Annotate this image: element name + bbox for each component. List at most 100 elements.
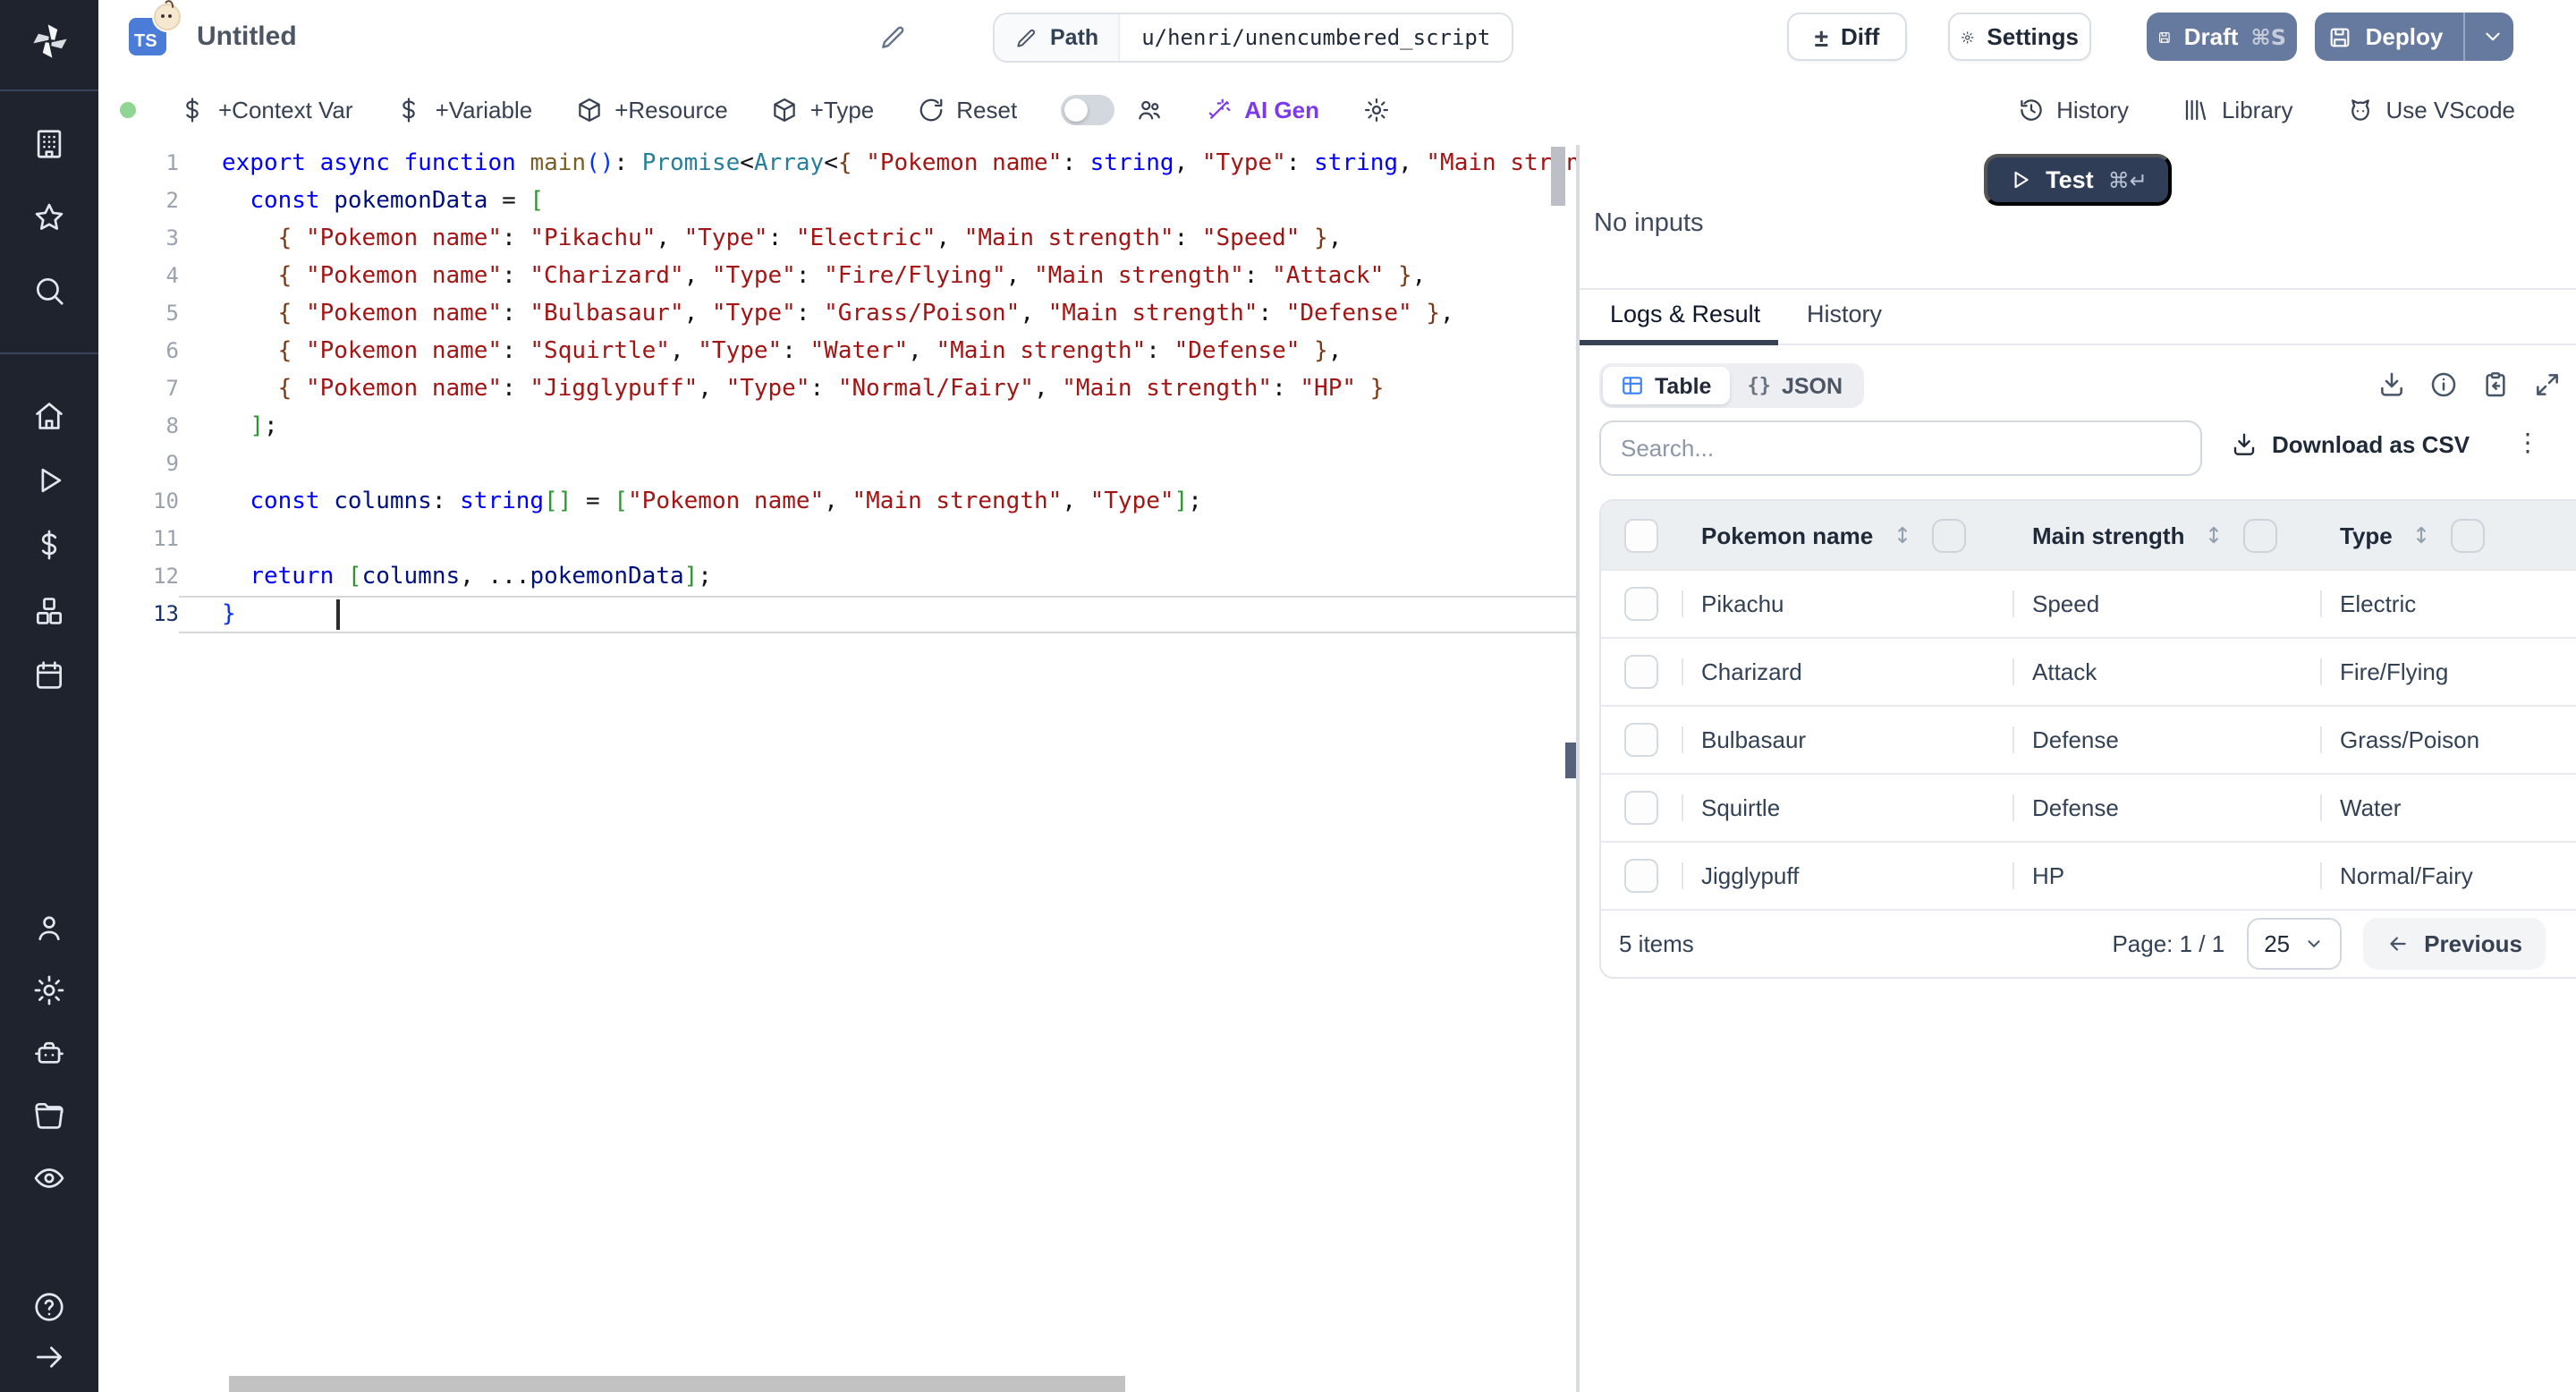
code-line: 6 { "Pokemon name": "Squirtle", "Type": … [98,333,1576,370]
sidebar-item-boxes-icon[interactable] [0,578,98,643]
draft-shortcut: ⌘S [2250,24,2286,49]
table-row: Squirtle Defense Water [1601,773,2576,841]
page-size-select[interactable]: 25 [2246,918,2343,970]
sidebar-item-help-icon[interactable] [0,1281,98,1331]
table-menu-kebab-icon[interactable]: ⋮ [2515,428,2540,463]
table-row: Bulbasaur Defense Grass/Poison [1601,705,2576,773]
test-button[interactable]: Test ⌘↵ [1984,154,2172,206]
app-sidebar [0,0,98,1392]
ai-gen-button[interactable]: AI Gen [1205,96,1319,123]
dollar-icon [186,97,199,122]
save-icon [2331,27,2351,47]
previous-page-button[interactable]: Previous [2363,918,2546,970]
view-json-button[interactable]: {} JSON [1729,367,1860,404]
sidebar-item-eye-icon[interactable] [0,1147,98,1210]
row-checkbox[interactable] [1624,723,1658,757]
table-footer: 5 items Page: 1 / 1 25 Previous [1601,909,2576,977]
table-cell: Attack [2012,658,2320,685]
path-value: u/henri/unencumbered_script [1141,25,1491,50]
line-number: 6 [165,338,179,363]
row-checkbox[interactable] [1624,859,1658,893]
select-all-checkbox[interactable] [1624,518,1658,552]
reset-button[interactable]: Reset [917,96,1017,123]
script-path-field[interactable]: Path u/henri/unencumbered_script [993,13,1514,63]
table-cell: Water [2320,794,2576,821]
sidebar-item-folder-icon[interactable] [0,1084,98,1147]
deploy-button[interactable]: Deploy [2315,13,2513,61]
collaborators-icon[interactable] [1135,96,1162,123]
download-icon[interactable] [2377,370,2406,399]
code-editor[interactable]: 1 export async function main(): Promise<A… [98,145,1576,1392]
editor-horizontal-scrollbar[interactable] [229,1376,1125,1392]
play-icon [2013,171,2028,189]
sidebar-item-play-icon[interactable] [0,448,98,514]
history-button[interactable]: History [2017,96,2129,123]
copy-to-clipboard-icon[interactable] [2481,370,2510,399]
library-icon [2185,98,2207,120]
editor-settings-gear-icon[interactable] [1362,96,1389,123]
diff-button[interactable]: ± Diff [1787,13,1907,61]
code-line: 11 [98,521,1576,558]
table-cell: Squirtle [1682,794,2012,821]
row-checkbox[interactable] [1624,791,1658,825]
overview-ruler-marker [1565,743,1576,778]
table-header: Pokemon name Main strength Type [1601,501,2576,569]
sidebar-item-home-icon[interactable] [0,383,98,448]
line-number: 7 [165,376,179,401]
line-number: 11 [153,526,179,551]
test-shortcut: ⌘↵ [2107,167,2148,192]
info-icon[interactable] [2429,370,2458,399]
expand-icon[interactable] [2533,370,2562,399]
table-cell: Electric [2320,590,2576,617]
status-dot [120,101,136,117]
add-context-var-button[interactable]: +Context Var [179,96,353,123]
column-header: Type [2320,518,2576,552]
save-icon [2159,31,2170,42]
add-variable-button[interactable]: +Variable [396,96,532,123]
search-input[interactable] [1599,420,2202,476]
line-number: 13 [153,601,179,626]
view-table-button[interactable]: Table [1603,367,1730,404]
edit-summary-pencil-icon[interactable] [878,23,907,52]
library-button[interactable]: Library [2182,96,2292,123]
emoji-face-badge [154,4,181,30]
sidebar-item-arrow-right-icon[interactable] [0,1331,98,1381]
sidebar-item-calendar-icon[interactable] [0,643,98,709]
table-cell: Charizard [1682,658,2012,685]
package-icon [578,98,599,121]
use-vscode-button[interactable]: Use VScode [2346,96,2515,123]
download-icon [2233,433,2255,455]
column-header: Pokemon name [1682,518,2012,552]
sort-icon[interactable] [2202,522,2225,547]
table-cell: Bulbasaur [1682,726,2012,753]
sidebar-item-building-icon[interactable] [0,107,98,181]
sort-icon[interactable] [2411,522,2434,547]
line-number: 8 [165,413,179,438]
settings-button[interactable]: Settings [1948,13,2091,61]
multiplayer-toggle[interactable] [1060,94,1114,124]
no-inputs-label: No inputs [1594,209,1704,238]
sidebar-item-dollar-icon[interactable] [0,514,98,579]
path-label: Path [1050,25,1099,50]
column-filter-toggle[interactable] [2451,518,2486,552]
chevron-down-icon[interactable] [2480,25,2504,48]
sidebar-item-star-icon[interactable] [0,181,98,254]
tab-logs-result[interactable]: Logs & Result [1610,301,1760,327]
add-type-button[interactable]: +Type [771,96,874,123]
row-checkbox[interactable] [1624,655,1658,689]
download-as-csv-button[interactable]: Download as CSV [2231,431,2470,458]
sidebar-item-search-icon[interactable] [0,254,98,327]
tab-history[interactable]: History [1807,301,1882,327]
column-filter-toggle[interactable] [1932,518,1967,552]
sidebar-item-user-icon[interactable] [0,896,98,959]
add-resource-button[interactable]: +Resource [575,96,728,123]
sort-icon[interactable] [1891,522,1914,547]
sidebar-item-bot-icon[interactable] [0,1022,98,1084]
code-line: 8 ]; [98,408,1576,446]
windmill-logo[interactable] [0,14,98,68]
draft-button[interactable]: Draft ⌘S [2147,13,2297,61]
column-filter-toggle[interactable] [2243,518,2278,552]
row-checkbox[interactable] [1624,587,1658,621]
editor-vertical-scrollbar[interactable] [1551,147,1565,206]
sidebar-item-settings-icon[interactable] [0,959,98,1022]
